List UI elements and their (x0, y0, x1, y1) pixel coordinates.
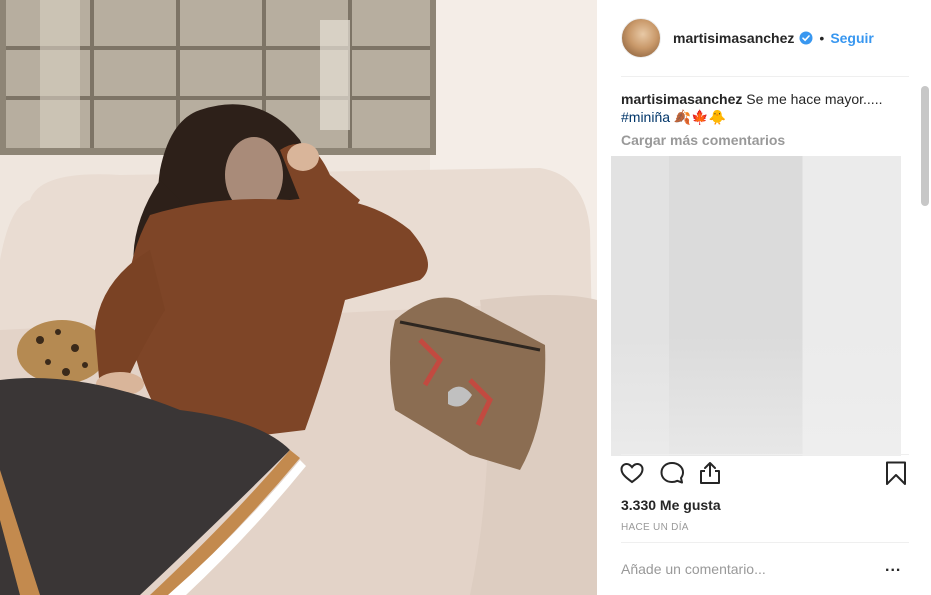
header-divider (621, 76, 909, 77)
post-sidebar: martisimasanchez • Seguir martisimasanch… (597, 0, 931, 595)
follow-button[interactable]: Seguir (830, 30, 874, 46)
share-icon (700, 462, 720, 484)
post-timestamp[interactable]: HACE UN DÍA (621, 522, 689, 533)
heart-icon (620, 462, 644, 484)
like-button[interactable] (619, 460, 647, 490)
post-photo[interactable] (0, 0, 597, 595)
verified-badge-icon (799, 31, 813, 45)
actions-divider (621, 454, 909, 455)
header-username[interactable]: martisimasanchez (673, 30, 794, 46)
more-options-icon[interactable]: ... (885, 558, 901, 576)
comments-area: martisimasanchez Se me hace mayor..... #… (611, 84, 907, 456)
comment-input[interactable] (621, 555, 851, 583)
comment-divider (621, 542, 909, 543)
caption-emoji: 🍂🍁🐥 (673, 109, 727, 125)
load-more-comments-button[interactable]: Cargar más comentarios (621, 132, 907, 148)
caption-hashtag[interactable]: #miniña (621, 109, 670, 125)
action-bar (619, 460, 915, 494)
comment-icon (660, 462, 684, 484)
blurred-comments-region (611, 156, 901, 456)
bookmark-icon (886, 461, 906, 485)
avatar[interactable] (621, 18, 661, 58)
comment-button[interactable] (659, 460, 687, 490)
caption-text: Se me hace mayor..... (742, 91, 883, 107)
caption-username[interactable]: martisimasanchez (621, 91, 742, 107)
photo-illustration (0, 0, 597, 595)
likes-count[interactable]: 3.330 Me gusta (621, 497, 721, 513)
comments-scrollbar[interactable] (921, 86, 929, 206)
caption: martisimasanchez Se me hace mayor..... #… (621, 90, 907, 126)
post-header: martisimasanchez • Seguir (597, 0, 931, 76)
header-separator: • (819, 30, 825, 46)
share-button[interactable] (697, 460, 725, 490)
save-button[interactable] (883, 460, 911, 490)
